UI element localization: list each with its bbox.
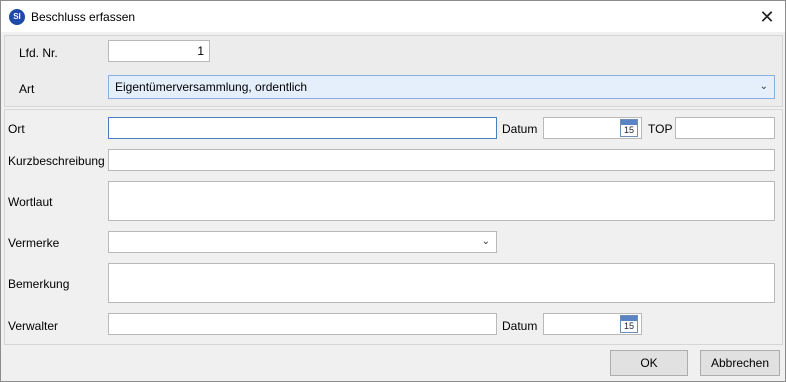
art-select[interactable]: Eigentümerversammlung, ordentlich ⌄ — [108, 75, 775, 99]
calendar-icon[interactable]: 15 — [620, 119, 638, 137]
ort-label: Ort — [8, 122, 25, 136]
wortlaut-textarea[interactable] — [108, 181, 775, 221]
calendar-day: 15 — [623, 321, 634, 331]
kurzbeschreibung-input[interactable] — [108, 149, 775, 171]
art-label: Art — [19, 82, 35, 96]
vermerke-select[interactable]: ⌄ — [108, 231, 497, 253]
dialog-window: SI Beschluss erfassen ✕ Lfd. Nr. 1 Art E… — [0, 0, 786, 382]
bemerkung-label: Bemerkung — [8, 277, 70, 291]
chevron-down-icon: ⌄ — [759, 81, 768, 92]
verwalter-label: Verwalter — [8, 319, 59, 333]
ort-input[interactable] — [108, 117, 497, 139]
ok-button[interactable]: OK — [610, 350, 688, 376]
bemerkung-textarea[interactable] — [108, 263, 775, 303]
cancel-button[interactable]: Abbrechen — [700, 350, 780, 376]
app-icon: SI — [9, 9, 25, 25]
header-panel: Lfd. Nr. 1 Art Eigentümerversammlung, or… — [4, 35, 783, 107]
datum2-label: Datum — [502, 319, 538, 333]
chevron-down-icon: ⌄ — [481, 236, 490, 247]
art-select-value: Eigentümerversammlung, ordentlich — [115, 80, 308, 94]
form-panel: Ort Datum 15 TOP Kurzbeschreibung Wortla… — [4, 109, 783, 345]
calendar-icon[interactable]: 15 — [620, 315, 638, 333]
vermerke-label: Vermerke — [8, 236, 60, 250]
calendar-day: 15 — [623, 125, 634, 135]
close-icon[interactable]: ✕ — [753, 5, 781, 29]
dialog-title: Beschluss erfassen — [31, 10, 136, 24]
top-input[interactable] — [675, 117, 775, 139]
kurzbeschreibung-label: Kurzbeschreibung — [8, 154, 105, 168]
verwalter-input[interactable] — [108, 313, 497, 335]
title-bar: SI Beschluss erfassen ✕ — [1, 1, 785, 32]
lfd-nr-field[interactable]: 1 — [108, 40, 210, 62]
datum-label: Datum — [502, 122, 538, 136]
top-label: TOP — [648, 122, 673, 136]
wortlaut-label: Wortlaut — [8, 195, 53, 209]
lfd-nr-label: Lfd. Nr. — [19, 46, 58, 60]
